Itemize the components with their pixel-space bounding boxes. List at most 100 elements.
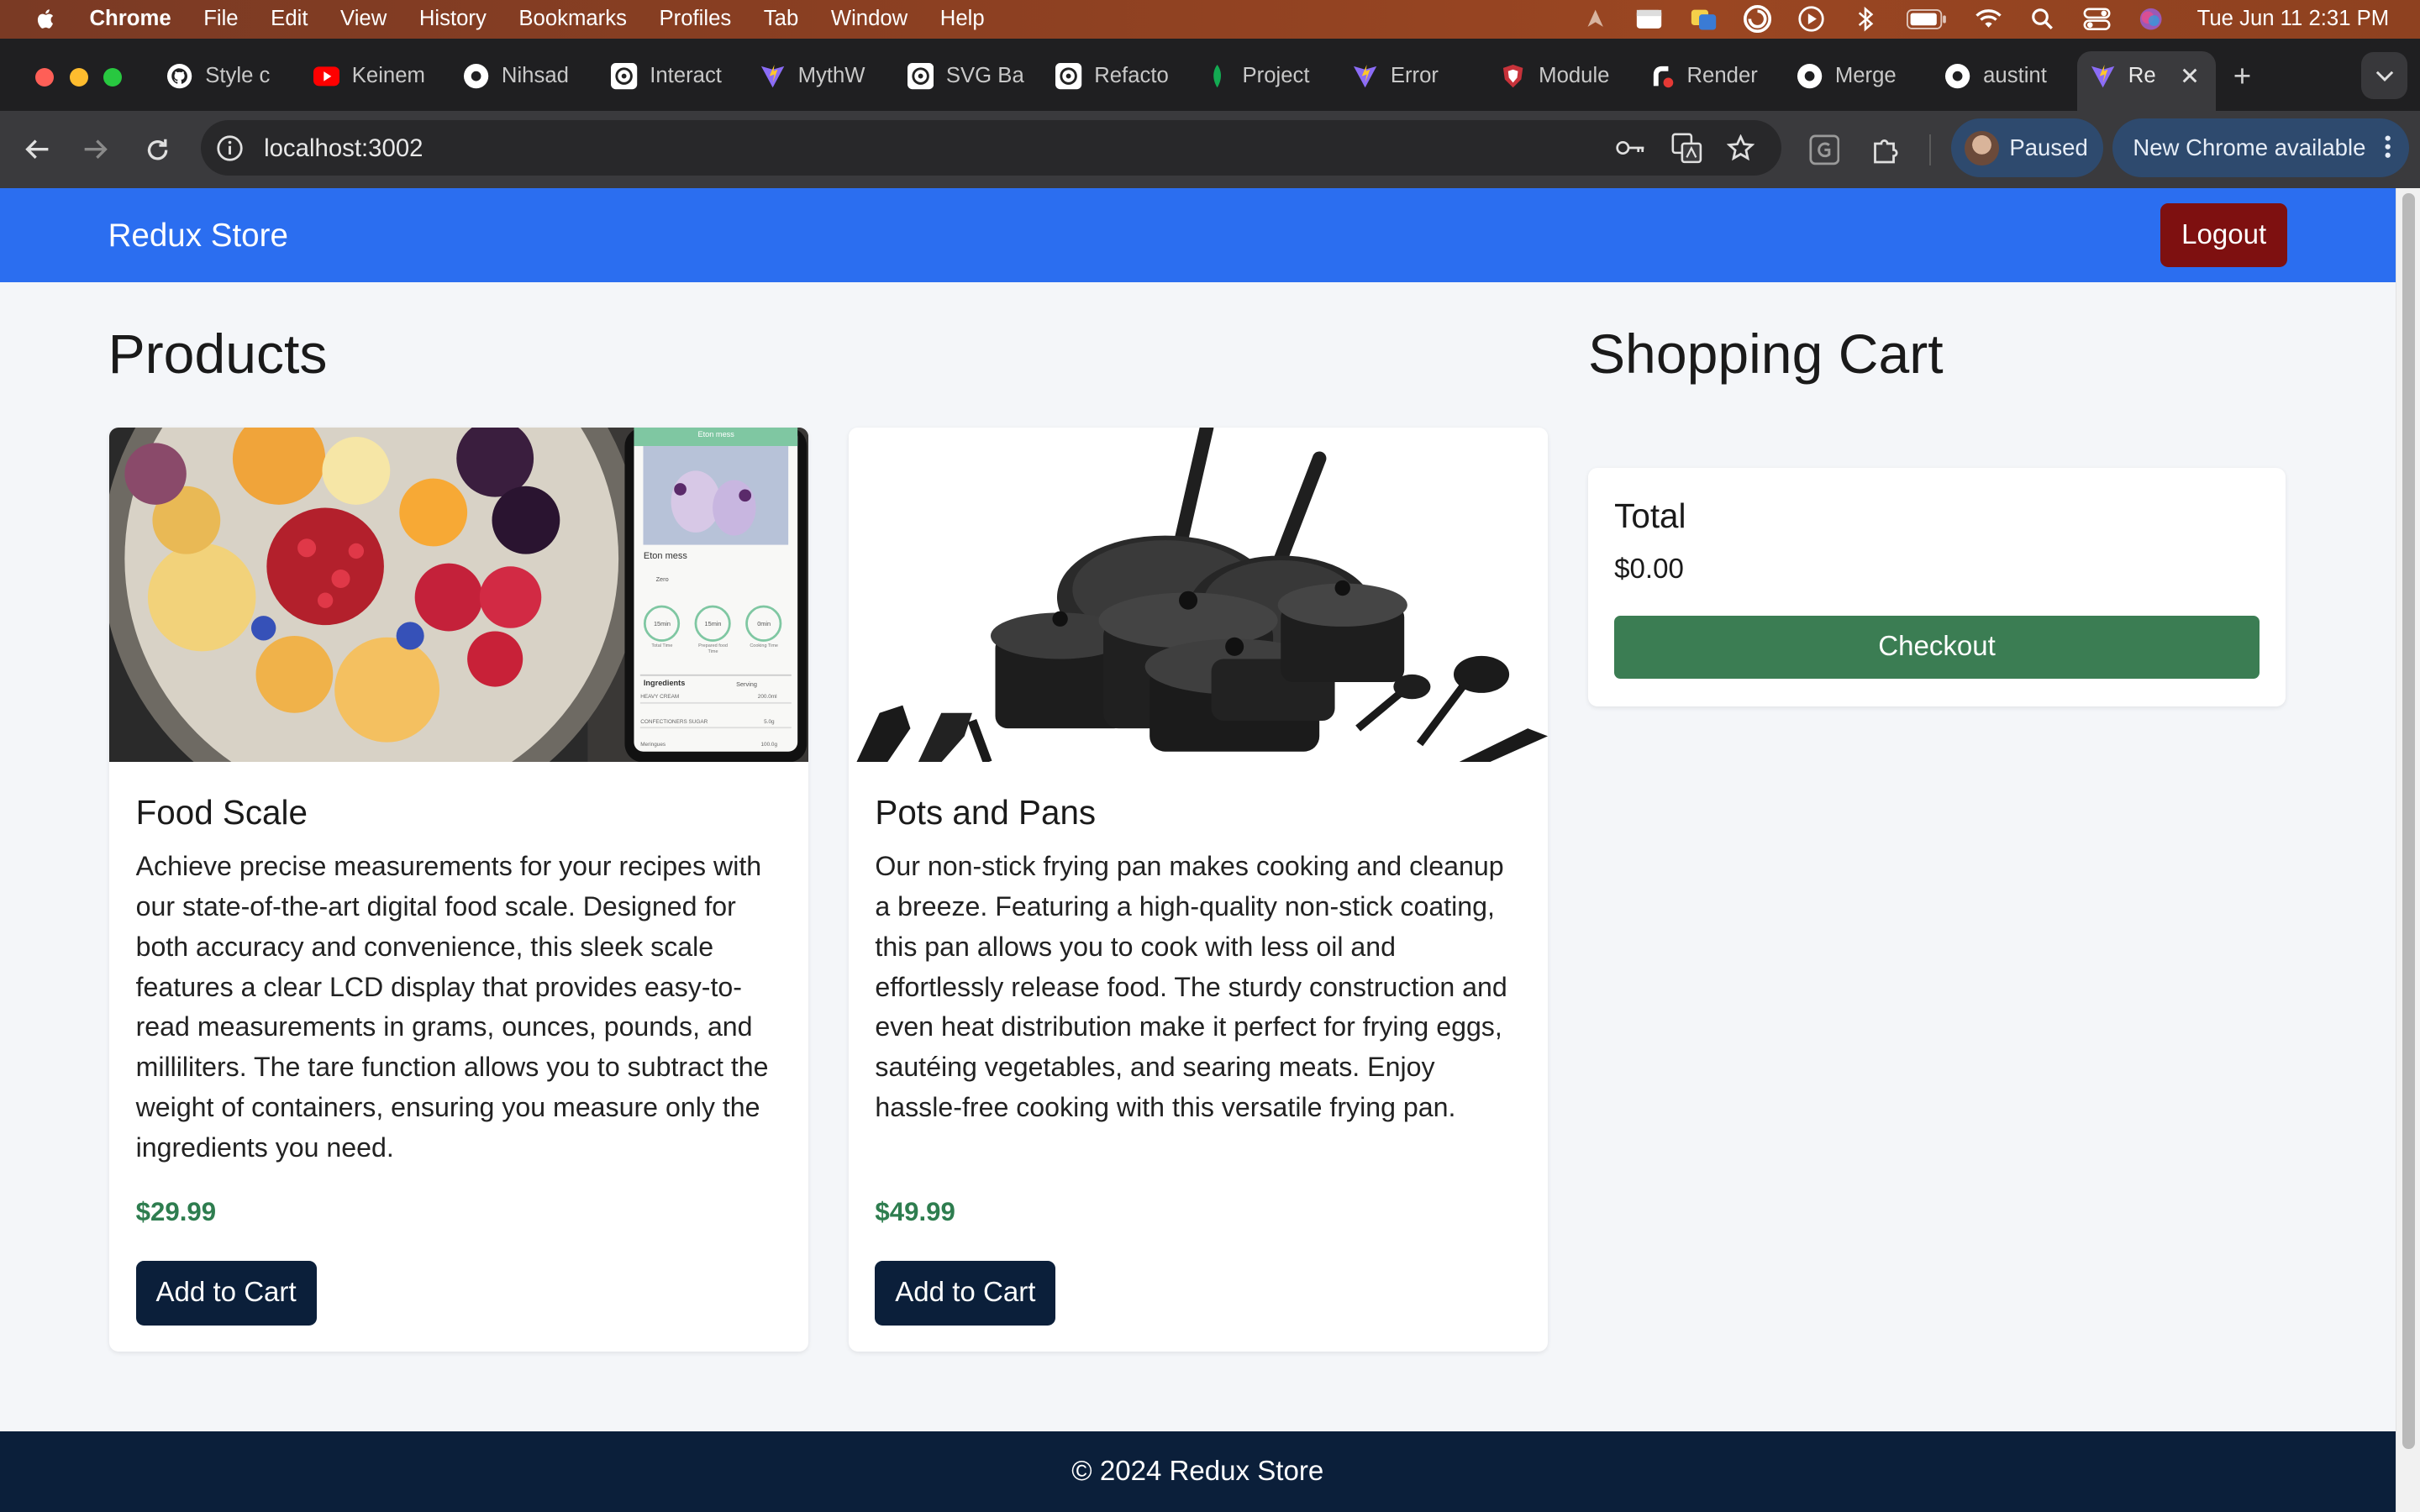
github-icon [1797, 63, 1823, 89]
zoom-window-button[interactable] [103, 67, 123, 87]
play-circle-icon[interactable] [1797, 6, 1825, 33]
translate-app-icon[interactable] [1690, 7, 1718, 31]
url-text[interactable]: localhost:3002 [264, 134, 423, 163]
tab-label: Refacto [1094, 64, 1169, 88]
tab-merge[interactable]: Merge [1797, 57, 1920, 96]
menu-view[interactable]: View [340, 7, 387, 31]
site-info-icon[interactable] [216, 134, 244, 162]
cart-total-value: $0.00 [1614, 554, 1684, 585]
phone-timer-prep: 15min [704, 620, 722, 628]
checkout-button[interactable]: Checkout [1614, 615, 2260, 680]
phone-ingredients-label: Ingredients [643, 679, 686, 688]
minimize-window-button[interactable] [69, 67, 88, 87]
arrow-left-icon [24, 139, 48, 160]
menu-app-name[interactable]: Chrome [90, 7, 171, 31]
youtube-icon [313, 63, 340, 89]
reload-button[interactable] [139, 131, 176, 168]
update-chrome-button[interactable]: New Chrome available [2112, 118, 2410, 178]
logout-button[interactable]: Logout [2160, 203, 2287, 267]
menu-tab[interactable]: Tab [764, 7, 798, 31]
tab-module[interactable]: Module [1500, 57, 1623, 96]
tab-style[interactable]: Style c [166, 57, 290, 96]
menu-history[interactable]: History [419, 7, 487, 31]
close-window-button[interactable] [35, 67, 55, 87]
tab-label: Error [1390, 64, 1439, 88]
github-icon [1944, 63, 1970, 89]
battery-icon[interactable] [1906, 7, 1949, 31]
tab-refacto[interactable]: Refacto [1055, 57, 1179, 96]
bluetooth-icon[interactable] [1851, 7, 1879, 32]
chevron-down-icon [2375, 71, 2393, 81]
tab-label: Project [1242, 64, 1310, 88]
control-center-icon[interactable] [2083, 7, 2111, 31]
tab-austint[interactable]: austint [1944, 57, 2068, 96]
menu-bookmarks[interactable]: Bookmarks [518, 7, 627, 31]
adobe-icon[interactable] [1581, 7, 1609, 31]
openai-icon [611, 63, 638, 90]
scrollbar-thumb[interactable] [2402, 192, 2415, 1449]
apple-icon[interactable] [34, 7, 58, 31]
menu-bar-clock[interactable]: Tue Jun 11 2:31 PM [2197, 7, 2390, 31]
avatar [1965, 131, 1999, 165]
bookmark-star-icon[interactable] [1725, 133, 1756, 164]
new-tab-button[interactable]: + [2233, 59, 2251, 94]
tab-project[interactable]: Project [1204, 57, 1328, 96]
shield-icon [1500, 63, 1526, 89]
calendar-icon[interactable] [1635, 7, 1663, 31]
product-title: Pots and Pans [875, 793, 1097, 832]
tab-label: Render [1686, 64, 1758, 88]
cart-heading: Shopping Cart [1587, 323, 1944, 386]
spiral-app-icon[interactable] [1743, 5, 1771, 34]
tab-nihsad[interactable]: Nihsad [463, 57, 587, 96]
phone-ingredient-name: HEAVY CREAM [640, 694, 680, 701]
back-button[interactable] [18, 131, 55, 168]
product-description: Our non-stick frying pan makes cooking a… [875, 851, 1507, 1122]
siri-icon[interactable] [2137, 7, 2165, 31]
spotlight-search-icon[interactable] [2028, 7, 2056, 31]
add-to-cart-button[interactable]: Add to Cart [875, 1260, 1056, 1326]
phone-ingredient-qty: 5.0g [764, 718, 775, 725]
wifi-icon[interactable] [1975, 7, 2002, 31]
github-icon [166, 63, 192, 89]
tab-mythw[interactable]: MythW [760, 57, 883, 96]
tab-svg-ba[interactable]: SVG Ba [907, 57, 1031, 96]
menu-file[interactable]: File [203, 7, 238, 31]
phone-ingredient-name: Meringues [640, 742, 666, 748]
menu-edit[interactable]: Edit [271, 7, 308, 31]
tab-search-button[interactable] [2361, 52, 2408, 99]
phone-recipe-title: Eton mess [643, 550, 687, 561]
product-image-pots-and-pans [849, 427, 1549, 763]
phone-screen-header: Eton mess [697, 430, 734, 439]
key-icon[interactable] [1616, 133, 1647, 164]
reload-icon [147, 139, 168, 160]
translate-icon[interactable] [1671, 133, 1702, 164]
profile-button[interactable]: Paused [1950, 118, 2104, 178]
address-bar[interactable]: localhost:3002 [200, 120, 1781, 176]
render-icon [1649, 63, 1675, 89]
macos-menu-bar: Chrome File Edit View History Bookmarks … [0, 0, 2420, 39]
add-to-cart-button[interactable]: Add to Cart [135, 1260, 317, 1326]
tab-interact[interactable]: Interact [611, 57, 734, 96]
phone-timer-cook: 0min [757, 620, 771, 628]
tab-render[interactable]: Render [1649, 57, 1772, 96]
tab-label: austint [1983, 64, 2047, 88]
tab-label: SVG Ba [945, 64, 1024, 88]
site-header: Redux Store Logout [0, 188, 2396, 283]
page-scrollbar[interactable] [2395, 188, 2420, 1512]
tab-error[interactable]: Error [1352, 57, 1476, 96]
tab-keinem[interactable]: Keinem [313, 57, 437, 96]
close-tab-icon[interactable] [2181, 66, 2199, 85]
menu-profiles[interactable]: Profiles [660, 7, 732, 31]
tab-active-redux[interactable]: Re [2077, 50, 2217, 112]
products-heading: Products [108, 323, 328, 386]
site-brand[interactable]: Redux Store [108, 218, 288, 255]
footer-copyright: © 2024 Redux Store [1071, 1456, 1324, 1488]
phone-serving-label: Serving [736, 680, 757, 688]
openai-icon [907, 63, 934, 90]
github-icon [463, 63, 489, 89]
forward-button[interactable] [77, 131, 114, 168]
grammarly-extension-icon[interactable] [1807, 133, 1841, 166]
extensions-puzzle-icon[interactable] [1869, 133, 1902, 166]
menu-window[interactable]: Window [831, 7, 908, 31]
menu-help[interactable]: Help [940, 7, 985, 31]
